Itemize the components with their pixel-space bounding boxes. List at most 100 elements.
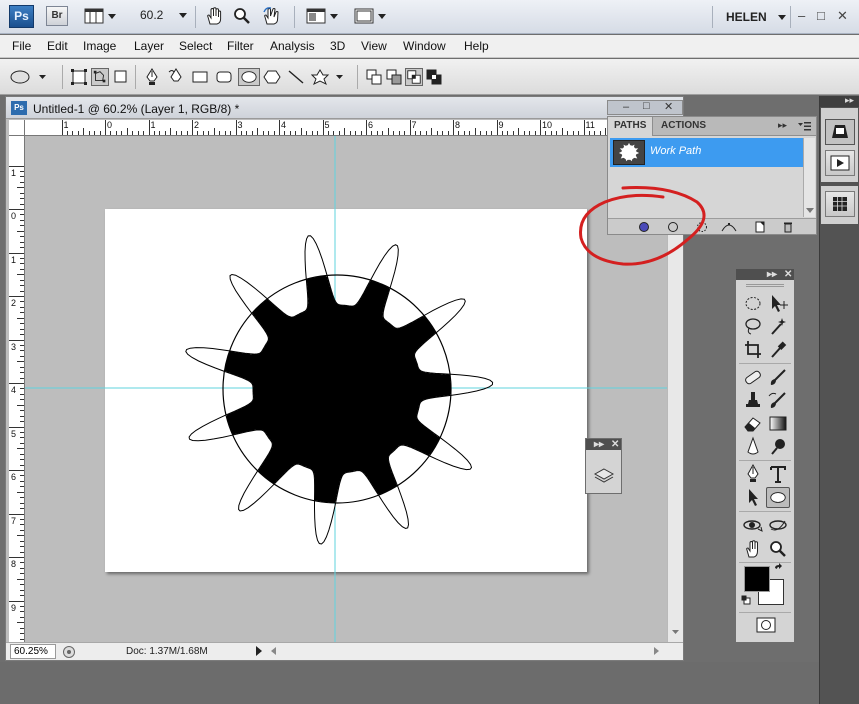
menu-3d[interactable]: 3D [330,39,345,53]
panel-header[interactable]: ▸▸ ✕ [586,439,621,450]
line-icon[interactable] [287,68,305,86]
ruler-origin[interactable] [9,120,25,136]
maximize-button[interactable]: □ [817,8,825,23]
dock-collapse-icon[interactable]: ▸▸ [845,95,854,106]
scroll-left-icon[interactable] [271,647,277,655]
zoom-icon[interactable] [766,538,790,559]
dock-button-navigator[interactable] [825,119,855,145]
panel-expand-icon[interactable]: ▸▸ [594,439,604,450]
panel-minimize-button[interactable]: – [623,101,629,113]
bridge-button[interactable]: Br [46,6,68,26]
panel-menu-icon[interactable] [798,121,812,131]
hand-tool-icon[interactable] [205,7,223,25]
subtract-from-path-icon[interactable] [385,68,403,86]
zoom-field[interactable]: 60.25% [10,644,56,659]
ellipse-tool-icon[interactable] [766,487,790,508]
dodge-icon[interactable] [766,436,790,457]
pen-icon[interactable] [741,464,765,485]
status-info-icon[interactable] [62,645,76,659]
screen-mode-icon[interactable] [354,7,388,25]
canvas-area[interactable] [25,136,667,642]
add-to-path-icon[interactable] [365,68,383,86]
vertical-ruler[interactable]: 1 0 1 2 3 4 5 6 7 8 9 [9,136,25,642]
stroke-path-icon[interactable] [667,221,679,233]
horizontal-ruler[interactable]: 10123456789101112 [25,120,665,136]
path-selection-icon[interactable] [741,487,765,508]
dock-button-swatches[interactable] [825,191,855,217]
polygon-icon[interactable] [263,68,281,86]
menu-edit[interactable]: Edit [47,39,68,53]
paths-list-scrollbar[interactable] [803,138,815,217]
load-selection-icon[interactable] [696,221,708,233]
dock-header[interactable]: ▸▸ [820,95,859,107]
menu-layer[interactable]: Layer [134,39,164,53]
tab-actions[interactable]: ACTIONS [655,117,712,136]
menu-view[interactable]: View [361,39,387,53]
pen-icon[interactable] [143,68,161,86]
gradient-icon[interactable] [766,413,790,434]
custom-shape-icon[interactable] [311,68,345,86]
panel-restore-button[interactable]: □ [643,100,650,112]
default-colors-icon[interactable] [741,595,751,605]
blur-icon[interactable] [741,436,765,457]
panel-expand-icon[interactable]: ▸▸ [767,269,777,280]
foreground-color-swatch[interactable] [744,566,770,592]
arrange-documents-icon[interactable] [306,7,340,25]
crop-icon[interactable] [741,339,765,360]
path-item-work-path[interactable]: Work Path [610,138,803,167]
make-work-path-icon[interactable] [721,221,737,233]
swap-colors-icon[interactable] [773,563,785,575]
menu-select[interactable]: Select [179,39,212,53]
panel-close-icon[interactable]: ✕ [784,269,792,280]
layers-icon[interactable] [594,467,614,485]
menu-file[interactable]: File [12,39,31,53]
marquee-icon[interactable] [741,293,765,314]
eyedropper-icon[interactable] [766,339,790,360]
panel-grip[interactable] [746,284,784,287]
panel-close-button[interactable]: ✕ [664,100,673,113]
view-extras-icon[interactable] [84,7,118,25]
minimize-button[interactable]: – [798,8,805,23]
rectangle-icon[interactable] [191,68,209,86]
menu-help[interactable]: Help [464,39,489,53]
dock-button-actions[interactable] [825,150,855,176]
tab-paths[interactable]: PATHS [608,117,654,136]
history-brush-icon[interactable] [766,390,790,411]
lasso-icon[interactable] [741,316,765,337]
ellipse-icon[interactable] [238,68,260,86]
fill-path-icon[interactable] [638,221,650,233]
close-button[interactable]: ✕ [837,8,848,24]
panel-header[interactable]: ▸▸ ✕ [736,269,794,280]
3d-rotate-icon[interactable] [741,515,765,536]
menu-analysis[interactable]: Analysis [270,39,315,53]
panel-collapse-icon[interactable]: ▸▸ [778,120,787,131]
rotate-view-icon[interactable] [262,7,282,25]
menu-filter[interactable]: Filter [227,39,254,53]
paths-icon[interactable] [91,68,109,86]
type-icon[interactable] [766,464,790,485]
menu-image[interactable]: Image [83,39,116,53]
rounded-rectangle-icon[interactable] [215,68,233,86]
delete-path-icon[interactable] [782,221,794,233]
panel-close-icon[interactable]: ✕ [611,439,619,450]
scroll-down-icon[interactable] [806,208,814,214]
intersect-path-icon[interactable] [405,68,423,86]
exclude-overlap-icon[interactable] [425,68,443,86]
new-path-icon[interactable] [754,221,766,233]
brush-icon[interactable] [766,367,790,388]
menu-window[interactable]: Window [403,39,446,53]
quick-mask-icon[interactable] [756,617,776,633]
zoom-tool-icon[interactable] [233,7,251,25]
healing-brush-icon[interactable] [741,367,765,388]
3d-orbit-icon[interactable] [766,515,790,536]
magic-wand-icon[interactable] [766,316,790,337]
document-title-bar[interactable]: Ps Untitled-1 @ 60.2% (Layer 1, RGB/8) * [6,97,683,119]
status-menu-arrow-icon[interactable] [255,646,263,656]
freeform-pen-icon[interactable] [167,68,185,86]
eraser-icon[interactable] [741,413,765,434]
fill-pixels-icon[interactable] [112,68,130,86]
move-icon[interactable] [766,293,790,314]
zoom-level-select[interactable]: 60.2 [140,8,187,22]
clone-stamp-icon[interactable] [741,390,765,411]
workspace-switcher[interactable]: HELEN [726,10,787,24]
